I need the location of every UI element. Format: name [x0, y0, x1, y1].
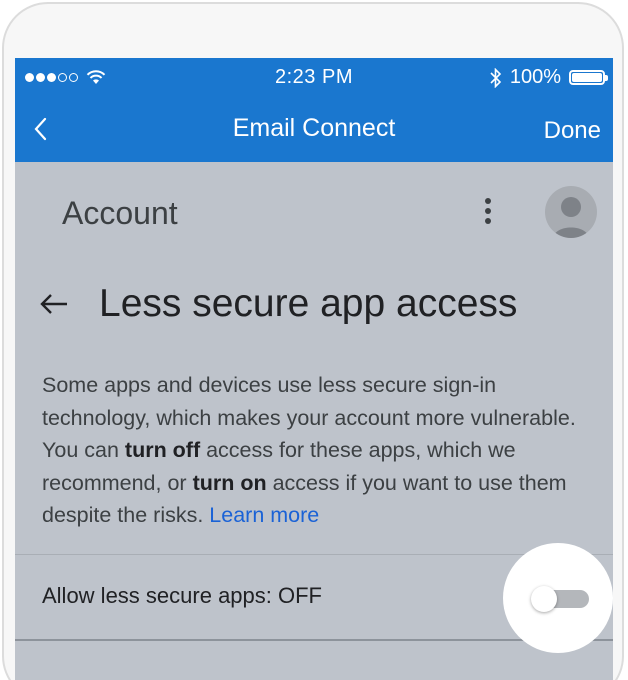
allow-less-secure-apps-toggle[interactable]: [531, 586, 591, 612]
account-title: Account: [62, 195, 178, 231]
avatar-icon[interactable]: [545, 186, 597, 238]
page-title: Less secure app access: [99, 282, 518, 325]
turn-off-text: turn off: [124, 438, 201, 462]
learn-more-link[interactable]: Learn more: [209, 503, 319, 527]
description: Some apps and devices use less secure si…: [42, 369, 598, 532]
status-right: 100%: [490, 66, 608, 89]
nav-title: Email Connect: [232, 114, 396, 142]
toggle-knob: [531, 586, 557, 612]
turn-on-text: turn on: [192, 470, 267, 495]
done-button[interactable]: Done: [544, 117, 601, 145]
device: 2:23 PM 100% Email Connect Done Account: [0, 0, 628, 680]
battery-percent: 100%: [509, 66, 561, 88]
arrow-back-icon[interactable]: [39, 292, 69, 316]
nav-bar: Email Connect Done: [15, 96, 613, 162]
top-bar: 2:23 PM 100% Email Connect Done: [15, 58, 613, 162]
battery-icon: [569, 70, 608, 85]
page-header: Less secure app access: [39, 282, 517, 326]
screen: 2:23 PM 100% Email Connect Done Account: [15, 58, 613, 680]
status-bar: 2:23 PM 100%: [15, 58, 613, 96]
bluetooth-icon: [490, 67, 501, 88]
more-vert-icon[interactable]: [485, 198, 491, 224]
setting-label: Allow less secure apps: OFF: [42, 583, 322, 608]
